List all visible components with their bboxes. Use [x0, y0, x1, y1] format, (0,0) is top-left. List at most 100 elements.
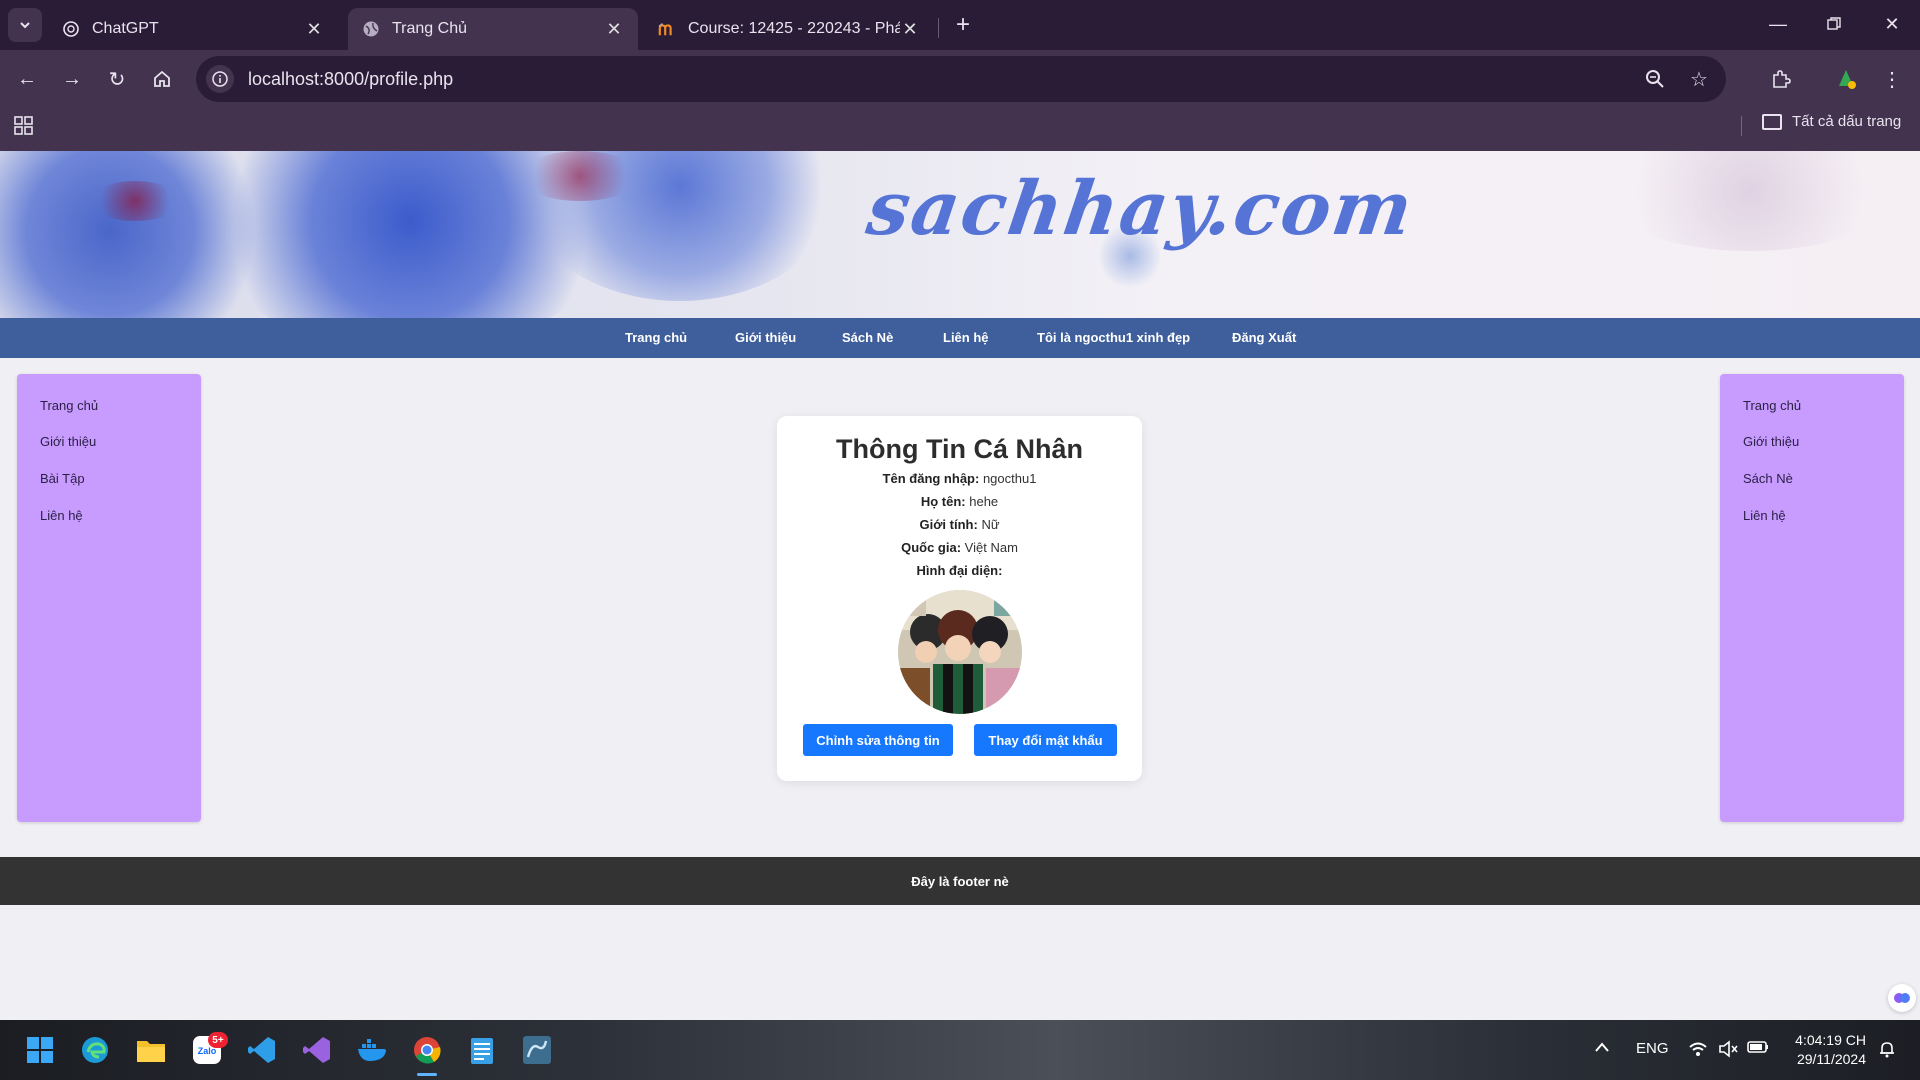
assistant-floating-button[interactable]	[1888, 984, 1916, 1012]
volume-muted-icon[interactable]	[1718, 1040, 1738, 1062]
field-value: Nữ	[981, 517, 1000, 532]
arrow-right-icon: →	[62, 67, 82, 90]
taskbar-mysql-workbench[interactable]	[518, 1031, 556, 1069]
profile-card: Thông Tin Cá Nhân Tên đăng nhập: ngocthu…	[777, 416, 1142, 781]
left-sidebar: Trang chủ Giới thiệu Bài Tập Liên hệ	[17, 374, 201, 822]
tab-chatgpt[interactable]: ChatGPT ✕	[48, 8, 338, 50]
zoom-icon[interactable]	[1638, 62, 1672, 96]
main-navigation: Trang chủ Giới thiệu Sách Nè Liên hệ Tôi…	[0, 318, 1920, 358]
taskbar-visual-studio[interactable]	[298, 1031, 336, 1069]
mysql-workbench-icon	[523, 1036, 551, 1064]
right-sidebar: Trang chủ Giới thiệu Sách Nè Liên hệ	[1720, 374, 1904, 822]
new-tab-button[interactable]: +	[948, 10, 978, 40]
tab-course[interactable]: Course: 12425 - 220243 - Phát t ✕	[644, 8, 934, 50]
forward-button[interactable]: →	[55, 62, 89, 96]
avatar	[898, 590, 1022, 714]
field-value: ngocthu1	[982, 471, 1037, 486]
sidebar-item-exercises[interactable]: Bài Tập	[40, 471, 85, 486]
profile-extension-button[interactable]	[1829, 62, 1863, 96]
taskbar-vscode[interactable]	[243, 1031, 281, 1069]
tab-separator	[938, 18, 939, 38]
info-fullname: Họ tên: hehe	[777, 494, 1142, 509]
star-icon[interactable]: ☆	[1682, 62, 1716, 96]
restore-button[interactable]	[1814, 8, 1854, 40]
sidebar-item-about[interactable]: Giới thiệu	[1743, 434, 1799, 449]
clock-date: 29/11/2024	[1796, 1051, 1866, 1067]
tab-title: Course: 12425 - 220243 - Phát t	[688, 20, 900, 37]
extensions-button[interactable]	[1764, 62, 1798, 96]
language-indicator[interactable]: ENG	[1636, 1040, 1669, 1057]
sidebar-item-about[interactable]: Giới thiệu	[40, 434, 96, 449]
close-window-button[interactable]: ✕	[1872, 8, 1912, 40]
minimize-icon: —	[1769, 13, 1787, 34]
taskbar-notepad[interactable]	[463, 1031, 501, 1069]
notification-badge: 5+	[208, 1032, 228, 1048]
tab-title: ChatGPT	[92, 20, 159, 37]
taskbar-edge[interactable]	[76, 1031, 114, 1069]
visual-studio-icon	[303, 1037, 330, 1063]
tab-trang-chu[interactable]: Trang Chủ ✕	[348, 8, 638, 50]
tray-overflow-icon[interactable]	[1594, 1040, 1610, 1057]
taskbar-file-explorer[interactable]	[132, 1031, 170, 1069]
taskbar-chrome[interactable]	[408, 1031, 446, 1069]
profile-title: Thông Tin Cá Nhân	[836, 434, 1083, 464]
folder-icon	[1762, 113, 1782, 130]
url-text[interactable]: localhost:8000/profile.php	[248, 69, 1638, 90]
menu-button[interactable]: ⋮	[1875, 62, 1909, 96]
nav-home[interactable]: Trang chủ	[625, 330, 687, 345]
reload-icon: ↻	[108, 68, 126, 91]
nav-user-greeting[interactable]: Tôi là ngocthu1 xinh đẹp	[1037, 330, 1190, 345]
sidebar-item-contact[interactable]: Liên hệ	[1743, 508, 1786, 523]
site-info-icon[interactable]	[206, 65, 234, 93]
active-app-indicator	[417, 1073, 437, 1076]
edge-icon	[82, 1037, 108, 1063]
puzzle-icon	[1773, 70, 1791, 88]
globe-icon	[362, 20, 380, 38]
nav-logout[interactable]: Đăng Xuất	[1232, 330, 1296, 345]
nav-about[interactable]: Giới thiệu	[735, 330, 796, 345]
tree-icon	[1839, 70, 1856, 89]
kebab-menu-icon: ⋮	[1882, 68, 1902, 91]
vscode-icon	[248, 1037, 275, 1063]
clock-time: 4:04:19 CH	[1795, 1032, 1866, 1048]
all-bookmarks-button[interactable]: Tất cả dấu trang	[1762, 113, 1901, 130]
bookmarks-bar	[0, 107, 1920, 151]
restore-icon	[1827, 17, 1841, 30]
sidebar-item-home[interactable]: Trang chủ	[40, 398, 98, 413]
notification-bell-icon[interactable]	[1878, 1040, 1896, 1062]
brain-icon	[1894, 993, 1910, 1003]
field-label: Giới tính:	[919, 517, 978, 532]
info-country: Quốc gia: Việt Nam	[777, 540, 1142, 555]
sidebar-item-home[interactable]: Trang chủ	[1743, 398, 1801, 413]
close-icon[interactable]: ✕	[604, 19, 624, 40]
close-icon[interactable]: ✕	[304, 19, 324, 40]
minimize-button[interactable]: —	[1758, 8, 1798, 40]
chatgpt-icon	[62, 20, 80, 38]
edit-profile-button[interactable]: Chỉnh sửa thông tin	[803, 724, 953, 756]
clock[interactable]: 4:04:19 CH 29/11/2024	[1766, 1031, 1866, 1069]
wifi-icon[interactable]	[1688, 1040, 1708, 1062]
field-value: Việt Nam	[964, 540, 1018, 555]
sidebar-item-contact[interactable]: Liên hệ	[40, 508, 83, 523]
nav-contact[interactable]: Liên hệ	[943, 330, 989, 345]
windows-icon	[27, 1037, 53, 1063]
nav-books[interactable]: Sách Nè	[842, 330, 893, 345]
notepad-icon	[471, 1038, 493, 1064]
field-label: Quốc gia:	[901, 540, 962, 555]
address-bar[interactable]: localhost:8000/profile.php ☆	[196, 56, 1726, 102]
apps-grid-icon[interactable]	[14, 116, 34, 141]
reload-button[interactable]: ↻	[100, 62, 134, 96]
field-label: Họ tên:	[920, 494, 966, 509]
sidebar-item-books[interactable]: Sách Nè	[1743, 471, 1793, 486]
all-bookmarks-label: Tất cả dấu trang	[1792, 113, 1902, 130]
change-password-button[interactable]: Thay đổi mật khẩu	[974, 724, 1117, 756]
start-button[interactable]	[21, 1031, 59, 1069]
home-button[interactable]	[145, 62, 179, 96]
browser-toolbar: ← → ↻ localhost:8000/profile.php ☆ ⋮	[0, 50, 1920, 107]
close-icon[interactable]: ✕	[900, 19, 920, 40]
tab-search-dropdown[interactable]	[8, 8, 42, 42]
site-footer: Đây là footer nè	[0, 857, 1920, 905]
taskbar-docker[interactable]	[353, 1031, 391, 1069]
arrow-left-icon: ←	[17, 67, 37, 90]
back-button[interactable]: ←	[10, 62, 44, 96]
